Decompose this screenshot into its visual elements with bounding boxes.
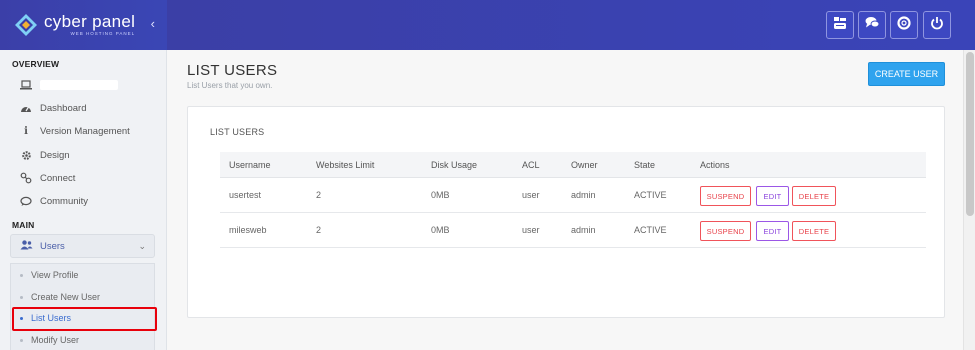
redacted-username (40, 80, 118, 90)
tachometer-icon (20, 102, 32, 114)
comment-icon (20, 195, 32, 207)
link-icon (20, 172, 32, 184)
submenu-create-new-user[interactable]: Create New User (20, 292, 100, 302)
support-button[interactable] (890, 11, 918, 39)
suspend-button[interactable]: SUSPEND (700, 186, 751, 206)
info-icon: i (24, 125, 28, 137)
page-title: LIST USERS (187, 62, 278, 79)
brand-title: cyber panel (44, 12, 136, 32)
table-header-row: Username Websites Limit Disk Usage ACL O… (220, 152, 926, 178)
edit-button[interactable]: EDIT (756, 186, 789, 206)
users-icon (20, 239, 33, 253)
submenu-label: List Users (31, 313, 72, 323)
cell-websites-limit: 2 (316, 190, 322, 200)
sidebar-item-connect[interactable]: Connect (20, 172, 75, 184)
submenu-list-users[interactable]: List Users (20, 313, 71, 323)
table-row: milesweb 2 0MB user admin ACTIVE SUSPEND… (220, 213, 926, 248)
cell-acl: user (522, 225, 540, 235)
header-acl: ACL (522, 160, 540, 170)
users-menu-label: Users (40, 240, 65, 252)
sidebar-item-label: Design (40, 149, 70, 161)
bullet-icon (20, 316, 23, 320)
power-icon (930, 16, 944, 35)
bullet-icon (20, 338, 23, 342)
header-disk-usage: Disk Usage (431, 160, 478, 170)
suspend-button[interactable]: SUSPEND (700, 221, 751, 241)
submenu-label: Modify User (31, 335, 80, 345)
submenu-view-profile[interactable]: View Profile (20, 270, 78, 280)
chevron-down-icon: ⌄ (138, 241, 146, 251)
gear-icon (20, 149, 32, 161)
submenu-modify-user[interactable]: Modify User (20, 335, 79, 345)
cell-username: usertest (229, 190, 262, 200)
sidebar-item-version-management[interactable]: i Version Management (20, 125, 130, 137)
section-overview: OVERVIEW (12, 59, 60, 69)
sidebar-item-label: Community (40, 195, 89, 207)
chat-button[interactable] (858, 11, 886, 39)
section-main: MAIN (12, 220, 35, 230)
cell-owner: admin (571, 225, 596, 235)
submenu-label: View Profile (31, 270, 79, 280)
main-content: LIST USERS List Users that you own. CREA… (167, 50, 963, 350)
brand-text: cyber panel WEB HOSTING PANEL (44, 13, 135, 37)
cell-state: ACTIVE (634, 225, 667, 235)
sidebar-collapse-icon[interactable]: ‹ (151, 16, 155, 31)
delete-button[interactable]: DELETE (792, 221, 836, 241)
header-websites-limit: Websites Limit (316, 160, 375, 170)
bullet-icon (20, 273, 23, 277)
create-user-button[interactable]: CREATE USER (868, 62, 945, 86)
power-button[interactable] (923, 11, 951, 39)
header-username: Username (229, 160, 271, 170)
youtube-button[interactable] (826, 11, 854, 39)
sidebar: cyber panel WEB HOSTING PANEL ‹ OVERVIEW… (0, 0, 167, 350)
youtube-icon (833, 16, 847, 35)
sidebar-item-label: Connect (40, 172, 76, 184)
chat-icon (865, 16, 880, 34)
laptop-icon (20, 79, 32, 91)
users-submenu: View Profile Create New User List Users … (10, 263, 155, 350)
cell-acl: user (522, 190, 540, 200)
users-panel: LIST USERS Username Websites Limit Disk … (187, 106, 945, 318)
sidebar-item-dashboard[interactable]: Dashboard (20, 102, 86, 114)
header-state: State (634, 160, 656, 170)
cell-username: milesweb (229, 225, 267, 235)
bullet-icon (20, 295, 23, 299)
vertical-scrollbar[interactable] (963, 50, 975, 350)
users-menu-toggle[interactable]: Users ⌄ (10, 234, 155, 258)
cell-disk-usage: 0MB (431, 190, 450, 200)
edit-button[interactable]: EDIT (756, 221, 789, 241)
brand-bar: cyber panel WEB HOSTING PANEL ‹ (0, 0, 167, 50)
cell-state: ACTIVE (634, 190, 667, 200)
cell-websites-limit: 2 (316, 225, 322, 235)
users-table: Username Websites Limit Disk Usage ACL O… (220, 152, 926, 248)
top-header (167, 0, 975, 50)
header-actions: Actions (700, 160, 730, 170)
sidebar-item-label: Dashboard (40, 102, 87, 114)
sidebar-item-label: Version Management (40, 125, 130, 137)
sidebar-item-account[interactable] (20, 79, 118, 91)
panel-title: LIST USERS (210, 127, 265, 137)
cyberpanel-logo-icon[interactable] (14, 13, 38, 37)
scrollbar-thumb[interactable] (966, 52, 974, 216)
delete-button[interactable]: DELETE (792, 186, 836, 206)
sidebar-item-community[interactable]: Community (20, 195, 88, 207)
brand-subtitle: WEB HOSTING PANEL (70, 31, 136, 37)
cell-owner: admin (571, 190, 596, 200)
cell-disk-usage: 0MB (431, 225, 450, 235)
page-subtitle: List Users that you own. (187, 81, 273, 90)
support-icon (897, 15, 911, 35)
sidebar-item-design[interactable]: Design (20, 149, 70, 161)
submenu-label: Create New User (31, 292, 101, 302)
table-row: usertest 2 0MB user admin ACTIVE SUSPEND… (220, 178, 926, 213)
header-owner: Owner (571, 160, 598, 170)
